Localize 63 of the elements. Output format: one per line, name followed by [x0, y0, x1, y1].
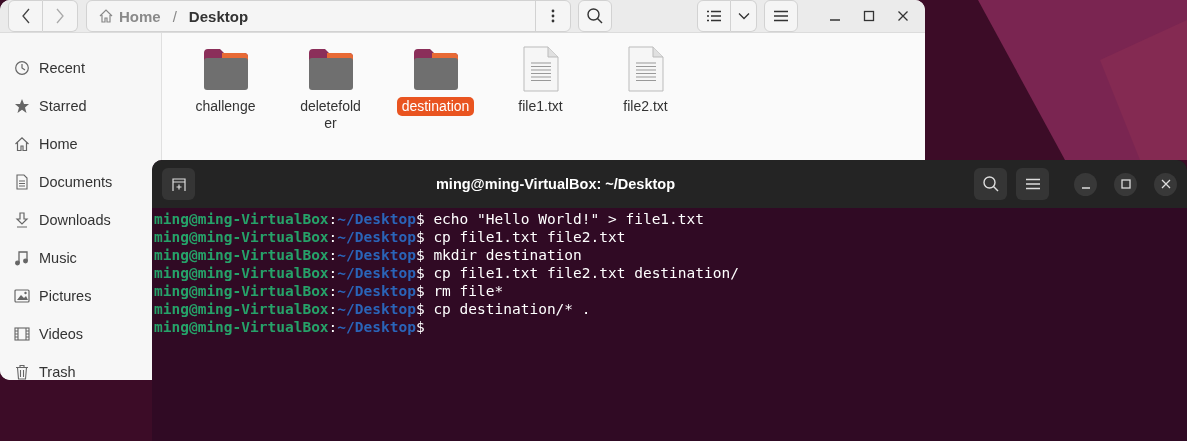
minimize-icon: [830, 19, 840, 21]
new-tab-button[interactable]: [162, 168, 195, 200]
menu-icon: [774, 10, 789, 22]
menu-icon: [1025, 178, 1040, 190]
home-icon: [14, 136, 30, 152]
clock-icon: [14, 60, 30, 76]
sidebar-item[interactable]: Music: [0, 239, 81, 277]
sidebar-item[interactable]: Pictures: [0, 277, 96, 315]
text-file-icon[interactable]: [625, 45, 666, 93]
new-tab-icon: [170, 176, 187, 192]
maximize-icon: [1120, 179, 1131, 189]
file-name[interactable]: file2.txt: [618, 97, 673, 116]
music-note-icon: [14, 250, 30, 266]
menu-button[interactable]: [1016, 168, 1049, 200]
view-options-button[interactable]: [731, 0, 758, 32]
search-icon: [585, 7, 604, 25]
picture-icon: [14, 288, 30, 304]
file-name[interactable]: deletefolder: [291, 97, 370, 133]
trash-icon: [14, 364, 30, 380]
terminal-line: ming@ming-VirtualBox:~/Desktop$ cp destination/* .: [154, 300, 591, 318]
sidebar-item[interactable]: Starred: [0, 87, 91, 125]
sidebar-item[interactable]: Documents: [0, 163, 117, 201]
terminal-line: ming@ming-VirtualBox:~/Desktop$ cp file1.txt file2.txt destination/: [154, 264, 739, 282]
forward-icon: [55, 8, 65, 24]
terminal-line: ming@ming-VirtualBox:~/Desktop$: [154, 318, 426, 336]
home-icon: [98, 8, 114, 24]
sidebar-item[interactable]: Trash: [0, 353, 80, 380]
view-list-button[interactable]: [697, 0, 732, 32]
sidebar-item[interactable]: Recent: [0, 49, 89, 87]
back-button[interactable]: [8, 0, 43, 32]
sidebar-item[interactable]: Videos: [0, 315, 88, 353]
file-name[interactable]: destination: [396, 97, 475, 116]
sidebar-item[interactable]: Home: [0, 125, 82, 163]
search-button[interactable]: [577, 0, 612, 32]
film-icon: [14, 326, 30, 342]
close-icon: [897, 10, 909, 22]
maximize-icon: [863, 10, 875, 22]
terminal-line: ming@ming-VirtualBox:~/Desktop$ mkdir destination: [154, 246, 582, 264]
terminal-line: ming@ming-VirtualBox:~/Desktop$ rm file*: [154, 282, 504, 300]
text-file-icon[interactable]: [520, 45, 561, 93]
download-icon: [14, 212, 30, 228]
star-icon: [14, 98, 30, 114]
maximize-button[interactable]: [1114, 172, 1137, 196]
search-icon: [981, 175, 1000, 193]
close-icon: [1160, 179, 1171, 189]
file-name[interactable]: file1.txt: [513, 97, 568, 116]
terminal-line: ming@ming-VirtualBox:~/Desktop$ echo "Hello World!" > file1.txt: [154, 210, 704, 228]
back-icon: [20, 8, 31, 24]
document-icon: [14, 174, 30, 190]
list-icon: [707, 10, 722, 22]
caret-icon: [737, 12, 750, 20]
path-separator: /: [172, 7, 177, 25]
more-icon: [550, 9, 555, 23]
close-button[interactable]: [1154, 172, 1177, 196]
minimize-button[interactable]: [1074, 172, 1097, 196]
sidebar-item[interactable]: Downloads: [0, 201, 115, 239]
window-title: ming@ming-VirtualBox: ~/Desktop: [434, 176, 677, 192]
menu-button[interactable]: [764, 0, 798, 32]
path-crumb[interactable]: Desktop: [188, 7, 249, 25]
search-button[interactable]: [974, 168, 1007, 200]
terminal-line: ming@ming-VirtualBox:~/Desktop$ cp file1.txt file2.txt: [154, 228, 626, 246]
file-name[interactable]: challenge: [190, 97, 261, 116]
minimize-icon: [1081, 187, 1090, 189]
